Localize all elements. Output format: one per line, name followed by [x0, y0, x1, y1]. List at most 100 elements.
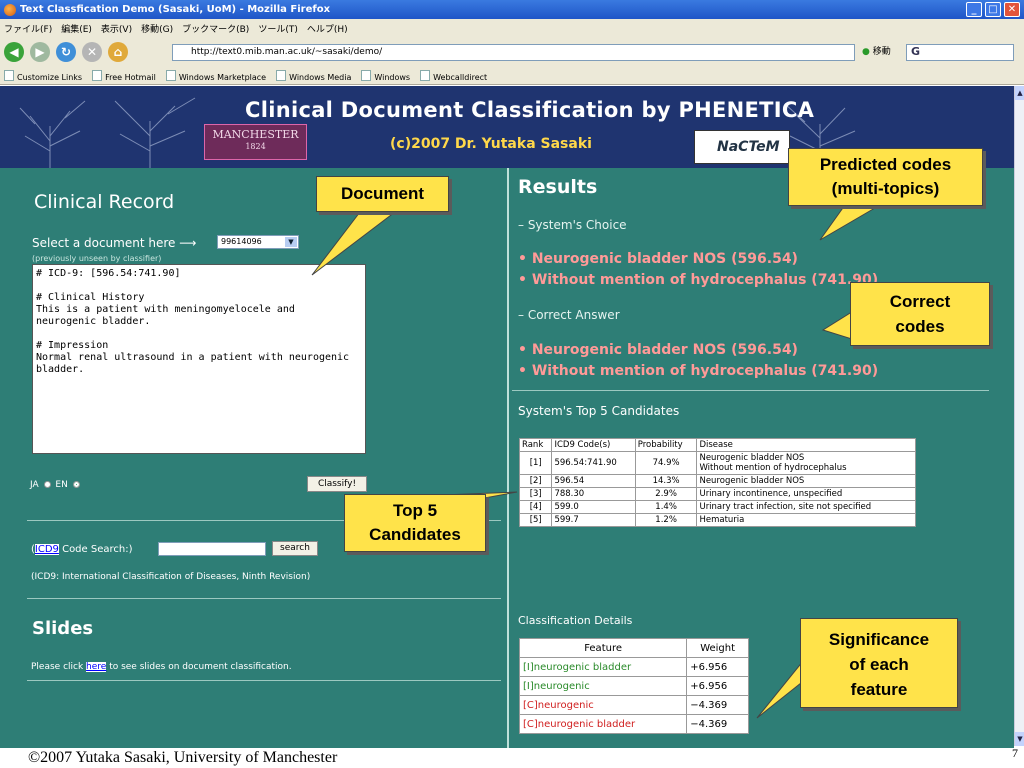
rank-cell: [3] — [518, 487, 553, 501]
probability-cell: 2.9% — [634, 487, 698, 501]
title-bar: Text Classfication Demo (Sasaki, UoM) - … — [0, 0, 1024, 19]
scroll-up-icon[interactable]: ▲ — [1015, 86, 1024, 100]
manchester-logo-text: MANCHESTER — [212, 128, 299, 141]
system-choice-item: • Neurogenic bladder NOS (596.54) — [518, 251, 798, 267]
bookmark-free-hotmail[interactable]: Free Hotmail — [92, 70, 156, 82]
weight-cell: −4.369 — [686, 695, 749, 715]
probability-cell: 1.4% — [634, 500, 698, 514]
code-cell: 599.0 — [551, 500, 636, 514]
page-title: Clinical Document Classification by PHEN… — [245, 98, 815, 122]
slide-footer: ©2007 Yutaka Sasaki, University of Manch… — [0, 748, 1024, 768]
column-header: Probability — [634, 438, 698, 452]
rank-cell: [5] — [518, 513, 553, 527]
code-cell: 788.30 — [551, 487, 636, 501]
home-icon[interactable]: ⌂ — [108, 42, 128, 62]
scroll-down-icon[interactable]: ▼ — [1015, 732, 1024, 746]
icd-search-input[interactable] — [158, 542, 266, 556]
feature-table: Feature Weight [I]neurogenic bladder +6.… — [518, 638, 749, 734]
column-header: Weight — [686, 638, 749, 658]
menu-bookmarks[interactable]: ブックマーク(B) — [182, 22, 249, 35]
close-icon[interactable]: ✕ — [1004, 2, 1020, 17]
top5-callout: Top 5 Candidates — [344, 494, 486, 552]
url-field[interactable]: http://text0.mib.man.ac.uk/~sasaki/demo/ — [172, 44, 855, 61]
slide-page-number: 7 — [1012, 746, 1018, 760]
feature-cell: [I]neurogenic bladder — [518, 657, 688, 677]
lang-en-radio[interactable] — [72, 481, 80, 488]
bookmarks-toolbar: Customize Links Free Hotmail Windows Mar… — [0, 67, 1024, 85]
bookmark-customize-links[interactable]: Customize Links — [4, 70, 82, 82]
probability-cell: 1.2% — [634, 513, 698, 527]
table-row: [3] 788.30 2.9% Urinary incontinence, un… — [518, 487, 916, 501]
predicted-codes-callout: Predicted codes (multi-topics) — [788, 148, 983, 206]
disease-cell: Urinary tract infection, site not specif… — [696, 500, 916, 514]
slides-text-pre: Please click — [31, 662, 87, 672]
slides-title: Slides — [32, 618, 94, 639]
clinical-record-title: Clinical Record — [34, 191, 175, 213]
correct-answer-label: – Correct Answer — [518, 308, 620, 322]
feature-cell: [C]neurogenic bladder — [518, 714, 688, 734]
lang-ja-radio[interactable] — [43, 481, 51, 488]
search-button[interactable]: search — [272, 541, 318, 556]
menu-view[interactable]: 表示(V) — [101, 22, 132, 35]
column-header: ICD9 Code(s) — [551, 438, 636, 452]
slides-here-link[interactable]: here — [86, 662, 107, 672]
table-row: [I]neurogenic bladder +6.956 — [518, 657, 749, 677]
minimize-icon[interactable]: _ — [966, 2, 982, 17]
menu-edit[interactable]: 編集(E) — [61, 22, 92, 35]
rank-cell: [4] — [518, 500, 553, 514]
select-label: Select a document here ⟶ — [32, 236, 197, 250]
weight-cell: −4.369 — [686, 714, 749, 734]
bookmark-windows-media[interactable]: Windows Media — [276, 70, 351, 82]
menu-tools[interactable]: ツール(T) — [258, 22, 298, 35]
forward-icon[interactable]: ▶ — [30, 42, 50, 62]
weight-cell: +6.956 — [686, 676, 749, 696]
weight-cell: +6.956 — [686, 657, 749, 677]
disease-cell: Neurogenic bladder NOS — [696, 474, 916, 488]
classification-details-title: Classification Details — [518, 614, 633, 627]
manchester-logo-year: 1824 — [245, 142, 266, 151]
reload-icon[interactable]: ↻ — [56, 42, 76, 62]
table-row: [1] 596.54:741.90 74.9% Neurogenic bladd… — [518, 451, 916, 475]
menu-file[interactable]: ファイル(F) — [4, 22, 52, 35]
disease-cell: Hematuria — [696, 513, 916, 527]
browser-window: Text Classfication Demo (Sasaki, UoM) - … — [0, 0, 1024, 768]
document-select-value: 99614096 — [221, 237, 262, 246]
go-label: 移動 — [872, 47, 891, 57]
menu-go[interactable]: 移動(G) — [141, 22, 173, 35]
bookmark-webcalldirect[interactable]: Webcalldirect — [420, 70, 487, 82]
document-select[interactable]: 99614096 ▼ — [217, 235, 299, 249]
tree-graphic — [19, 97, 196, 168]
table-row: [I]neurogenic +6.956 — [518, 676, 749, 696]
code-cell: 596.54 — [551, 474, 636, 488]
menu-help[interactable]: ヘルプ(H) — [307, 22, 348, 35]
icd9-link[interactable]: ICD9 — [34, 544, 59, 555]
correct-answer-item: • Without mention of hydrocephalus (741.… — [518, 363, 879, 379]
correct-answer-item: • Neurogenic bladder NOS (596.54) — [518, 342, 798, 358]
window-title: Text Classfication Demo (Sasaki, UoM) - … — [20, 4, 331, 15]
document-callout: Document — [316, 176, 449, 212]
rank-cell: [1] — [518, 451, 553, 475]
divider — [27, 598, 501, 599]
go-icon: ● — [862, 47, 870, 57]
document-textarea[interactable]: # ICD-9: [596.54:741.90] # Clinical Hist… — [32, 264, 366, 454]
code-cell: 599.7 — [551, 513, 636, 527]
maximize-icon[interactable]: □ — [985, 2, 1001, 17]
probability-cell: 14.3% — [634, 474, 698, 488]
top5-title: System's Top 5 Candidates — [518, 404, 680, 418]
go-button[interactable]: ● 移動 — [862, 44, 891, 57]
significance-callout: Significance of each feature — [800, 618, 958, 708]
bookmark-windows-marketplace[interactable]: Windows Marketplace — [166, 70, 266, 82]
stop-icon[interactable]: ✕ — [82, 42, 102, 62]
menu-bar: ファイル(F) 編集(E) 表示(V) 移動(G) ブックマーク(B) ツール(… — [0, 19, 1024, 37]
lang-en-label: EN — [55, 480, 68, 490]
lang-ja-label: JA — [30, 480, 39, 490]
correct-codes-callout: Correct codes — [850, 282, 990, 346]
disease-cell: Neurogenic bladder NOS Without mention o… — [696, 451, 916, 475]
web-search-field[interactable]: G — [906, 44, 1014, 61]
nactem-logo: NaCTeM — [694, 130, 790, 164]
page-scrollbar[interactable]: ▲ ▼ — [1014, 86, 1024, 746]
back-icon[interactable]: ◀ — [4, 42, 24, 62]
divider — [27, 680, 501, 681]
bookmark-windows[interactable]: Windows — [361, 70, 410, 82]
classify-button[interactable]: Classify! — [307, 476, 367, 492]
